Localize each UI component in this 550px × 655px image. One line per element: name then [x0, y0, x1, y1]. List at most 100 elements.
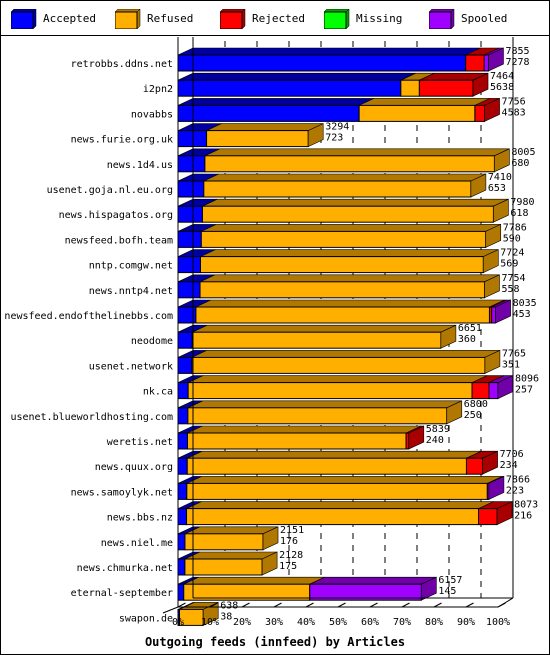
bar-accepted-label: 453 — [513, 309, 531, 320]
bar-accepted-label: 680 — [511, 158, 529, 169]
bar-total-label: 7706 — [500, 449, 524, 460]
bar-total-label: 6157 — [438, 575, 462, 586]
bar-accepted-label: 216 — [514, 511, 532, 522]
category-label: news.1d4.us — [107, 160, 173, 171]
x-tick-label: 60% — [361, 617, 379, 628]
bar-segment-rejected — [405, 432, 410, 450]
x-tick-label: 90% — [457, 617, 475, 628]
bar-segment-rejected — [465, 457, 484, 475]
bar-segment-top-refused — [206, 123, 324, 131]
bar-segment-top-refused — [188, 375, 488, 383]
category-label: newsfeed.endofthelinebbs.com — [4, 311, 173, 322]
bar-total-label: 7866 — [506, 474, 530, 485]
category-label: news.niel.me — [101, 538, 173, 549]
x-tick-label: 40% — [297, 617, 315, 628]
bar-total-label: 2128 — [279, 550, 303, 561]
category-label: news.samoylyk.net — [71, 487, 173, 498]
x-tick-label: 100% — [486, 617, 510, 628]
bar-accepted-label: 653 — [488, 183, 506, 194]
bar-segment-top-refused — [204, 148, 510, 157]
bar-segment-top-accepted — [177, 72, 416, 81]
bar-accepted-label: 590 — [503, 233, 521, 244]
floor-left-line — [162, 606, 179, 614]
x-tick-label: 30% — [265, 617, 283, 628]
x-tick — [433, 602, 442, 608]
bar-segment-accepted — [177, 407, 189, 425]
bar-segment-top-refused — [191, 350, 501, 358]
x-tick — [369, 602, 378, 608]
bar-total-label: 7754 — [501, 273, 525, 284]
bar-accepted-label: 250 — [464, 410, 482, 421]
bar-accepted-label: 175 — [279, 561, 297, 572]
bar-segment-rejected — [471, 382, 490, 400]
category-label: news.hispagatos.org — [59, 210, 173, 221]
bar-total-label: 7980 — [510, 197, 534, 208]
bar-total-label: 638 — [220, 600, 238, 611]
chart-frame: Accepted Refused Rejected Missing Spoole… — [0, 0, 550, 655]
bar-segment-refused — [184, 558, 263, 576]
bar-segment-refused — [199, 281, 485, 299]
bar-segment-accepted — [177, 104, 360, 122]
bar-segment-top-refused — [187, 450, 482, 459]
bar-total-label: 8073 — [514, 500, 538, 511]
category-label: nk.ca — [143, 387, 173, 398]
bar-segment-refused — [186, 432, 407, 450]
bar-total-label: 6651 — [458, 323, 482, 334]
bar-total-label: 7756 — [502, 96, 526, 107]
bar-segment-accepted — [177, 79, 402, 97]
category-label: swapon.de — [119, 613, 173, 624]
bar-segment-accepted — [177, 130, 208, 148]
bar-segment-refused — [191, 331, 442, 349]
bar-segment-accepted — [177, 281, 201, 299]
bar-segment-top-refused — [200, 249, 499, 257]
x-tick — [497, 602, 506, 608]
x-tick — [401, 602, 410, 608]
bar-accepted-label: 176 — [280, 536, 298, 547]
bar-segment-top-refused — [184, 551, 278, 560]
x-tick-label: 70% — [393, 617, 411, 628]
category-label: news.furie.org.uk — [71, 135, 173, 146]
category-label: usenet.goja.nl.eu.org — [47, 185, 173, 196]
category-label: usenet.network — [89, 361, 173, 372]
bar-segment-accepted — [177, 382, 189, 400]
x-tick-label: 80% — [425, 617, 443, 628]
category-label: retrobbs.ddns.net — [71, 59, 173, 70]
bar-total-label: 7724 — [500, 248, 524, 259]
bar-segment-top-refused — [187, 400, 462, 409]
x-tick — [465, 602, 474, 608]
bar-segment-accepted — [177, 432, 188, 450]
category-label: news.bbs.nz — [107, 513, 173, 524]
bar-segment-accepted — [177, 457, 188, 475]
bar-accepted-label: 360 — [458, 334, 476, 345]
category-label: news.nntp4.net — [89, 286, 173, 297]
bar-segment-refused — [204, 155, 495, 173]
bar-segment-refused — [206, 130, 309, 148]
bar-accepted-label: 7278 — [505, 57, 529, 68]
bar-segment-top-refused — [187, 425, 422, 434]
plot-area: retrobbs.ddns.net 78557278 i2pn2 74645638 no… — [4, 37, 539, 649]
bar-segment-refused — [199, 256, 484, 274]
bar-segment-refused — [187, 382, 473, 400]
bar-segment-accepted — [177, 205, 203, 223]
bar-total-label: 8005 — [511, 147, 535, 158]
x-tick-label: 50% — [329, 617, 347, 628]
bar-segment-accepted — [177, 180, 205, 198]
bar-segment-accepted — [177, 256, 201, 274]
bar-segment-refused — [186, 508, 480, 526]
bar-segment-refused — [187, 407, 448, 425]
bar-accepted-label: 569 — [500, 259, 518, 270]
bar-segment-rejected — [478, 508, 498, 526]
bar-total-label: 3294 — [325, 122, 349, 133]
bar-segment-top-refused — [359, 98, 491, 106]
bar-segment-accepted — [177, 482, 188, 500]
bar-segment-accepted — [177, 230, 202, 248]
category-label: nntp.comgw.net — [89, 261, 173, 272]
bar-total-label: 7464 — [490, 71, 514, 82]
category-label: newsfeed.bofh.team — [65, 235, 173, 246]
bar-segment-accepted — [177, 356, 193, 374]
bar-total-label: 6800 — [464, 399, 488, 410]
bar-segment-accepted — [177, 54, 467, 72]
bar-accepted-label: 5638 — [490, 82, 514, 93]
bar-segment-top-refused — [203, 173, 487, 182]
bar-accepted-label: 234 — [500, 460, 518, 471]
